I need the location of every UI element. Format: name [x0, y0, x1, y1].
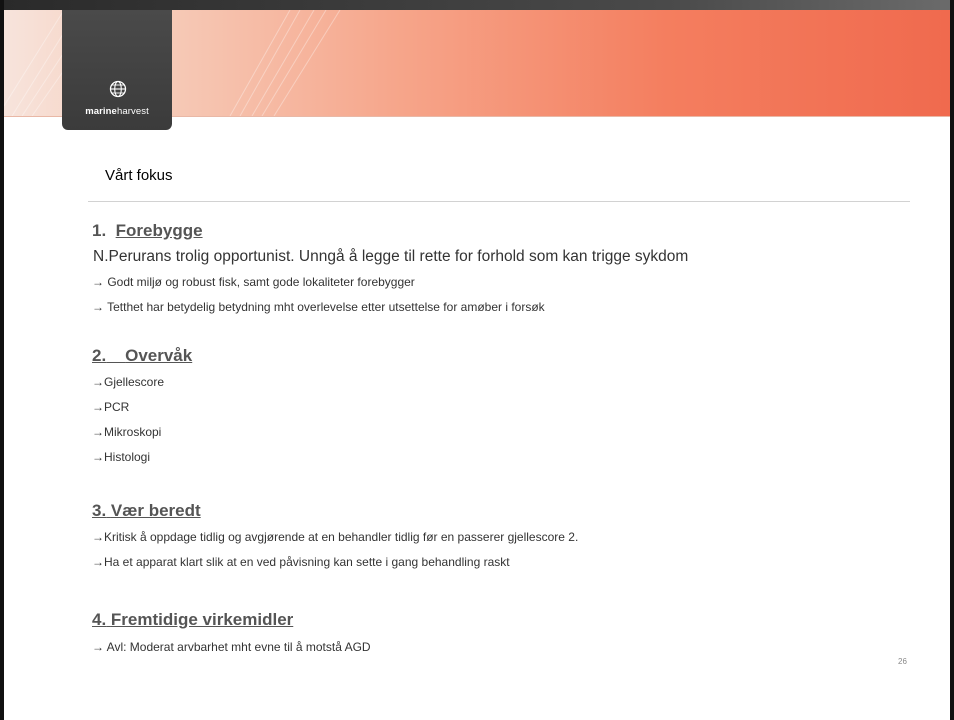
- section-1-lead: N.Perurans trolig opportunist. Unngå å l…: [93, 248, 689, 265]
- section-4-title-text: Fremtidige virkemidler: [110, 610, 294, 629]
- section-2-bullet-4: →Histologi: [92, 450, 151, 464]
- logo-word-harvest: harvest: [116, 106, 149, 117]
- logo: marineharvest: [62, 10, 172, 130]
- section-2-bullet-2: →PCR: [92, 400, 130, 414]
- section-1-title: 1. Forebygge: [92, 221, 203, 241]
- heading-divider: [88, 201, 910, 202]
- logo-wordmark: marineharvest: [62, 106, 172, 117]
- section-3-title-text: Vær beredt: [110, 501, 201, 520]
- section-4-title: 4. Fremtidige virkemidler: [92, 610, 293, 630]
- logo-word-marine: marine: [85, 106, 117, 117]
- page-number: 26: [898, 657, 907, 666]
- section-1-title-text: Forebygge: [115, 221, 203, 240]
- section-3-bullet-2: →Ha et apparat klart slik at en ved påvi…: [92, 555, 510, 569]
- section-2-bullet-1: →Gjellescore: [92, 375, 165, 389]
- section-3-number: 3.: [92, 501, 107, 520]
- frame-left: [0, 0, 4, 720]
- top-bar: [0, 0, 954, 10]
- section-2-title: 2. Overvåk: [92, 346, 192, 366]
- section-1-bullet-2: → Tetthet har betydelig betydning mht ov…: [92, 300, 545, 314]
- section-3-bullet-1: →Kritisk å oppdage tidlig og avgjørende …: [92, 530, 579, 544]
- frame-right: [950, 0, 954, 720]
- section-2-title-text: Overvåk: [125, 346, 193, 365]
- section-2-bullet-3: →Mikroskopi: [92, 425, 162, 439]
- slide: marineharvest Vårt fokus 1. Forebygge N.…: [0, 0, 954, 720]
- section-2-number: 2.: [92, 346, 107, 365]
- section-4-bullet-1: → Avl: Moderat arvbarhet mht evne til å …: [92, 640, 371, 654]
- section-3-title: 3. Vær beredt: [92, 501, 201, 521]
- slide-heading: Vårt fokus: [105, 167, 173, 184]
- globe-icon: [109, 80, 127, 98]
- section-4-number: 4.: [92, 610, 107, 629]
- section-1-number: 1.: [92, 221, 107, 240]
- section-1-bullet-1: → Godt miljø og robust fisk, samt gode l…: [92, 275, 415, 289]
